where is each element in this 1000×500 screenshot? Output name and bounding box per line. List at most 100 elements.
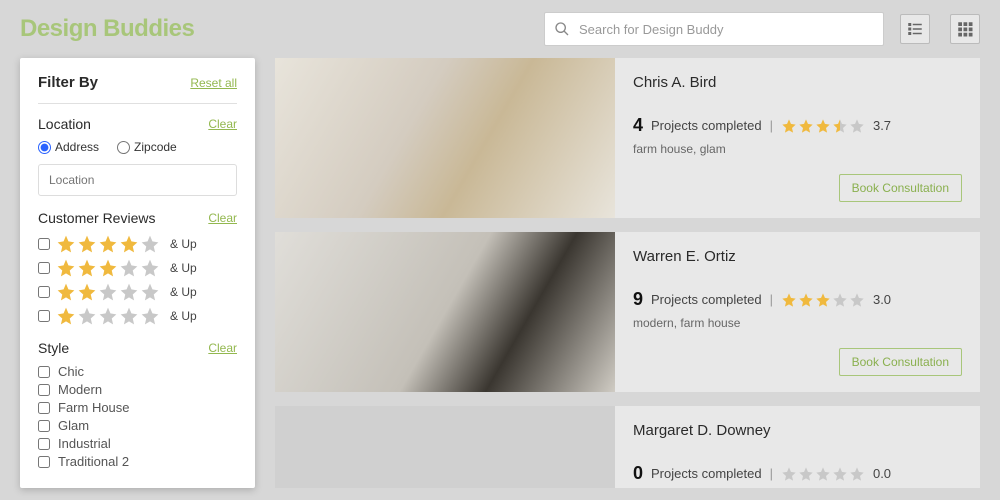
review-checkbox[interactable] — [38, 262, 50, 274]
divider: | — [770, 118, 773, 133]
projects-label: Projects completed — [651, 118, 762, 133]
star-icon — [56, 258, 76, 278]
review-filter-row[interactable]: & Up — [38, 306, 237, 326]
book-consultation-button[interactable]: Book Consultation — [839, 348, 962, 376]
rating-value: 3.0 — [873, 292, 891, 307]
designer-card: Chris A. Bird4Projects completed|3.7farm… — [275, 58, 980, 218]
style-checkbox[interactable] — [38, 420, 50, 432]
projects-label: Projects completed — [651, 466, 762, 481]
designer-tags: farm house, glam — [633, 142, 962, 156]
star-empty-icon — [119, 258, 139, 278]
style-option[interactable]: Industrial — [38, 436, 237, 451]
grid-view-button[interactable] — [950, 14, 980, 44]
star-empty-icon — [119, 306, 139, 326]
star-empty-icon — [140, 234, 160, 254]
star-empty-icon — [140, 306, 160, 326]
project-count: 9 — [633, 289, 643, 310]
star-empty-icon — [781, 466, 797, 482]
star-icon — [98, 234, 118, 254]
style-option[interactable]: Traditional 2 — [38, 454, 237, 469]
style-label: Modern — [58, 382, 102, 397]
style-option[interactable]: Modern — [38, 382, 237, 397]
and-up-label: & Up — [170, 237, 197, 251]
designer-image — [275, 58, 615, 218]
star-empty-icon — [140, 258, 160, 278]
logo: Design Buddies — [20, 15, 194, 43]
review-filter-row[interactable]: & Up — [38, 282, 237, 302]
designer-name: Warren E. Ortiz — [633, 248, 962, 265]
star-icon — [98, 258, 118, 278]
reviews-clear-link[interactable]: Clear — [208, 211, 237, 225]
designer-image — [275, 406, 615, 488]
list-view-button[interactable] — [900, 14, 930, 44]
star-icon — [815, 292, 831, 308]
star-empty-icon — [798, 466, 814, 482]
star-empty-icon — [832, 466, 848, 482]
style-title: Style — [38, 340, 69, 356]
style-option[interactable]: Chic — [38, 364, 237, 379]
review-filter-row[interactable]: & Up — [38, 258, 237, 278]
search-icon — [554, 21, 570, 37]
project-count: 0 — [633, 463, 643, 484]
star-half-icon — [832, 118, 848, 134]
star-icon — [56, 282, 76, 302]
results-list: Chris A. Bird4Projects completed|3.7farm… — [275, 58, 980, 488]
star-icon — [781, 292, 797, 308]
and-up-label: & Up — [170, 285, 197, 299]
location-input[interactable] — [38, 164, 237, 196]
reviews-title: Customer Reviews — [38, 210, 155, 226]
star-icon — [77, 282, 97, 302]
review-checkbox[interactable] — [38, 238, 50, 250]
projects-label: Projects completed — [651, 292, 762, 307]
style-label: Farm House — [58, 400, 130, 415]
style-checkbox[interactable] — [38, 438, 50, 450]
style-checkbox[interactable] — [38, 366, 50, 378]
rating-value: 3.7 — [873, 118, 891, 133]
star-empty-icon — [849, 118, 865, 134]
filter-sidebar: Filter By Reset all Location Clear Addre… — [20, 58, 255, 488]
star-empty-icon — [849, 466, 865, 482]
style-label: Traditional 2 — [58, 454, 129, 469]
address-radio[interactable]: Address — [38, 140, 99, 154]
star-icon — [781, 118, 797, 134]
star-empty-icon — [140, 282, 160, 302]
star-icon — [56, 234, 76, 254]
designer-card: Warren E. Ortiz9Projects completed|3.0mo… — [275, 232, 980, 392]
star-icon — [798, 292, 814, 308]
search-input[interactable] — [544, 12, 884, 46]
review-filter-row[interactable]: & Up — [38, 234, 237, 254]
reset-all-link[interactable]: Reset all — [190, 76, 237, 90]
style-label: Chic — [58, 364, 84, 379]
zipcode-radio[interactable]: Zipcode — [117, 140, 177, 154]
star-empty-icon — [98, 282, 118, 302]
style-clear-link[interactable]: Clear — [208, 341, 237, 355]
style-label: Glam — [58, 418, 89, 433]
divider: | — [770, 466, 773, 481]
book-consultation-button[interactable]: Book Consultation — [839, 174, 962, 202]
style-checkbox[interactable] — [38, 384, 50, 396]
search-container — [544, 12, 884, 46]
address-label: Address — [55, 140, 99, 154]
rating-value: 0.0 — [873, 466, 891, 481]
designer-name: Chris A. Bird — [633, 74, 962, 91]
star-icon — [77, 258, 97, 278]
star-empty-icon — [815, 466, 831, 482]
style-option[interactable]: Farm House — [38, 400, 237, 415]
review-checkbox[interactable] — [38, 310, 50, 322]
star-icon — [77, 234, 97, 254]
style-label: Industrial — [58, 436, 111, 451]
review-checkbox[interactable] — [38, 286, 50, 298]
star-empty-icon — [849, 292, 865, 308]
star-icon — [815, 118, 831, 134]
style-option[interactable]: Glam — [38, 418, 237, 433]
designer-card: Margaret D. Downey0Projects completed|0.… — [275, 406, 980, 488]
star-icon — [56, 306, 76, 326]
star-empty-icon — [77, 306, 97, 326]
rating-stars — [781, 292, 865, 308]
location-clear-link[interactable]: Clear — [208, 117, 237, 131]
designer-image — [275, 232, 615, 392]
style-checkbox[interactable] — [38, 402, 50, 414]
and-up-label: & Up — [170, 261, 197, 275]
style-checkbox[interactable] — [38, 456, 50, 468]
designer-tags: modern, farm house — [633, 316, 962, 330]
